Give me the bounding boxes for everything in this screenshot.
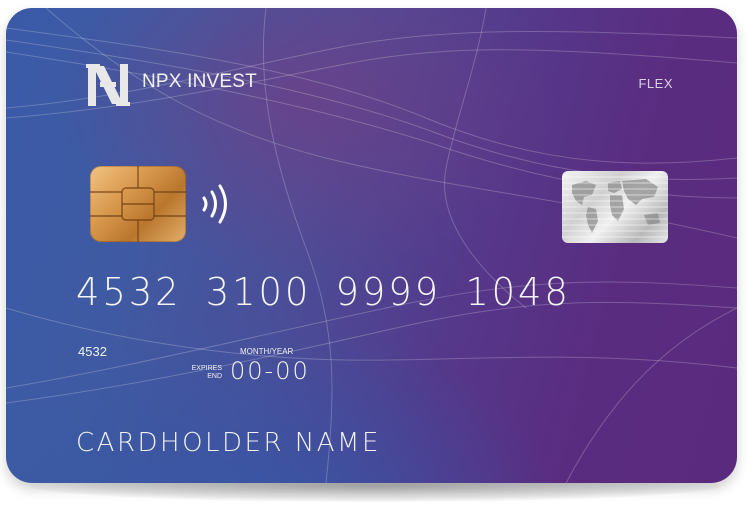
payment-card: NPX INVEST FLEX 4532 3100 9999 1048 4532… <box>6 8 737 483</box>
cardholder-name: CARDHOLDER NAME <box>76 428 381 458</box>
card-tier: FLEX <box>638 76 673 91</box>
expires-end-label: EXPIRES END <box>182 365 222 381</box>
npx-logo-icon <box>86 64 130 106</box>
expires-label-line2: END <box>207 373 222 380</box>
expires-label-line1: EXPIRES <box>191 365 222 372</box>
world-map-hologram-icon <box>562 171 668 243</box>
card-bin-label: 4532 <box>78 344 107 359</box>
card-number: 4532 3100 9999 1048 <box>76 270 571 314</box>
brand-name: NPX INVEST <box>142 71 257 92</box>
stage: NPX INVEST FLEX 4532 3100 9999 1048 4532… <box>0 0 747 512</box>
contactless-icon <box>202 184 227 224</box>
month-year-label: MONTH/YEAR <box>240 347 294 356</box>
emv-chip-icon <box>90 166 186 242</box>
expiry-date: 00-00 <box>230 357 310 385</box>
